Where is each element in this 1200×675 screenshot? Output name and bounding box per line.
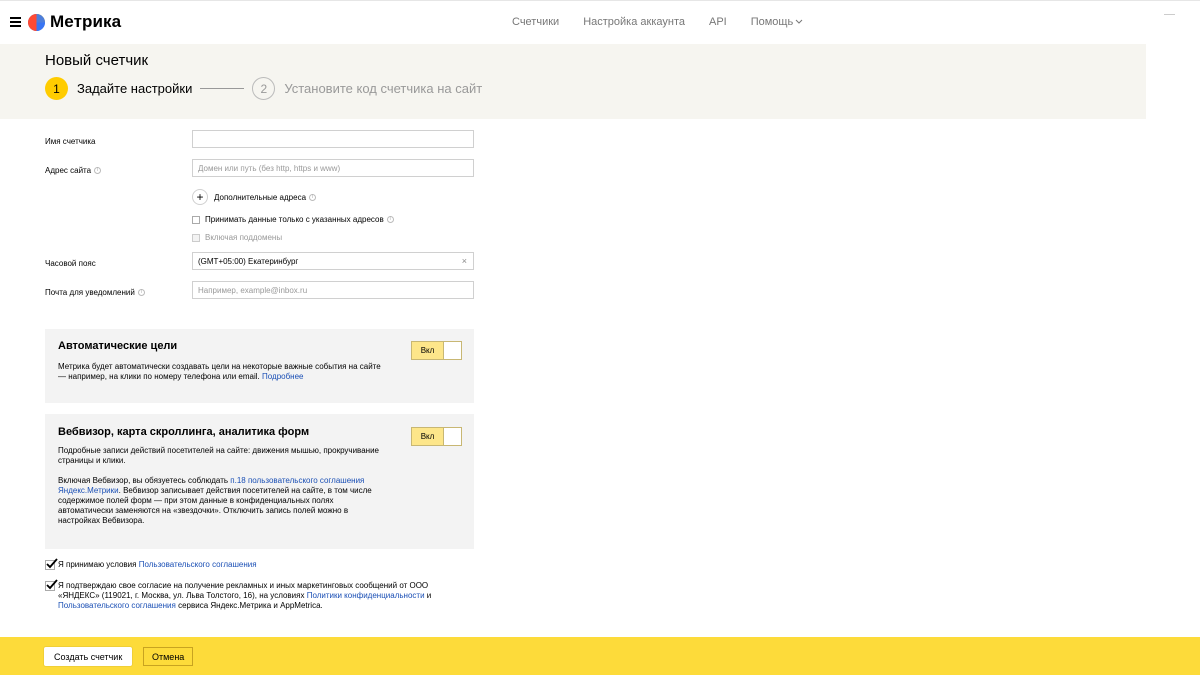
toggle-knob [443,428,461,445]
agree-marketing-text: Я подтверждаю свое согласие на получение… [58,581,468,611]
webvisor-text-2a: Включая Вебвизор, вы обязуетесь соблюдат… [58,476,229,485]
agree-terms-label: Я принимаю условия [58,560,137,569]
clear-icon[interactable]: × [462,256,467,266]
agree-terms-text: Я принимаю условия Пользовательского сог… [58,560,468,570]
menu-icon[interactable] [10,17,21,28]
counter-name-input[interactable] [192,130,474,148]
agree-terms-row: Я принимаю условия Пользовательского сог… [45,558,468,570]
webvisor-toggle[interactable]: Вкл [411,427,462,446]
info-icon[interactable]: i [94,167,102,174]
user-agreement-link-2[interactable]: Пользовательского соглашения [58,601,176,610]
only-specified-checkbox[interactable] [192,215,200,224]
privacy-policy-link[interactable]: Политики конфиденциальности [307,591,425,600]
timezone-label-text: Часовой пояс [45,259,96,268]
cancel-button[interactable]: Отмена [143,647,194,666]
bottom-action-bar: Создать счетчик Отмена [0,637,1200,675]
info-icon[interactable]: i [137,289,145,296]
only-specified-label: Принимать данные только с указанных адре… [205,215,384,224]
info-icon[interactable]: i [386,216,394,223]
step-2-number: 2 [252,77,276,100]
nav-help[interactable]: Помощь [751,16,804,28]
step-connector [200,88,245,89]
nav-account-settings[interactable]: Настройка аккаунта [583,16,685,28]
info-icon[interactable]: i [309,193,317,201]
header-divider [1164,14,1175,15]
plus-icon: + [192,189,208,205]
steps: 1 Задайте настройки 2 Установите код сче… [45,77,482,100]
only-specified-checkbox-row[interactable]: Принимать данные только с указанных адре… [192,215,394,224]
page-title: Новый счетчик [45,52,149,69]
logo[interactable]: Метрика [28,12,121,32]
agree-terms-checkbox[interactable] [45,558,58,570]
metrika-logo-icon [28,13,45,31]
user-agreement-link[interactable]: Пользовательского соглашения [139,560,257,569]
toggle-on-label: Вкл [412,428,443,445]
create-counter-button[interactable]: Создать счетчик [44,647,133,666]
add-addresses-button[interactable]: + Дополнительные адреса i [192,189,317,205]
webvisor-title: Вебвизор, карта скроллинга, аналитика фо… [58,426,310,438]
webvisor-card: Вебвизор, карта скроллинга, аналитика фо… [45,414,474,549]
webvisor-text-1: Подробные записи действий посетителей на… [58,446,380,465]
auto-goals-card: Автоматические цели Метрика будет автома… [45,329,474,403]
include-subdomains-label: Включая поддомены [205,233,283,242]
auto-goals-title: Автоматические цели [58,340,178,352]
agree-marketing-label-c: сервиса Яндекс.Метрика и AppMetrica. [178,601,323,610]
timezone-label: Часовой пояс [45,259,96,268]
toggle-knob [443,342,461,359]
include-subdomains-checkbox [192,233,200,242]
site-address-label-text: Адрес сайта [45,166,92,175]
timezone-select[interactable]: (GMT+05:00) Екатеринбург × [192,252,474,270]
auto-goals-text: Метрика будет автоматически создавать це… [58,362,388,382]
more-link[interactable]: Подробнее [262,372,304,381]
auto-goals-text-body: Метрика будет автоматически создавать це… [58,362,381,381]
chevron-down-icon [795,19,803,24]
logo-text: Метрика [50,12,122,31]
nav-help-label: Помощь [750,16,794,28]
nav-counters[interactable]: Счетчики [512,16,559,28]
checkmark-icon [46,558,58,569]
email-input[interactable]: Например, example@inbox.ru [192,281,474,299]
add-addresses-label: Дополнительные адреса [214,192,307,202]
webvisor-text-2: Включая Вебвизор, вы обязуетесь соблюдат… [58,476,388,526]
nav-api[interactable]: API [709,16,727,28]
site-address-label: Адрес сайта i [45,166,102,175]
counter-name-label: Имя счетчика [45,137,96,146]
top-header: Метрика Счетчики Настройка аккаунта API … [0,0,1200,44]
auto-goals-toggle[interactable]: Вкл [411,341,462,360]
step-1-number: 1 [45,77,68,100]
email-label: Почта для уведомлений i [45,288,145,297]
email-label-text: Почта для уведомлений [45,288,135,297]
step-2-label: Установите код счетчика на сайт [284,81,483,96]
toggle-on-label: Вкл [412,342,443,359]
step-1-label: Задайте настройки [77,81,193,96]
agree-marketing-label-b: и [426,591,432,600]
checkmark-icon [46,579,58,590]
site-address-input[interactable]: Домен или путь (без http, https и www) [192,159,474,177]
include-subdomains-checkbox-row: Включая поддомены [192,233,282,242]
agree-marketing-row: Я подтверждаю свое согласие на получение… [45,579,468,611]
counter-name-label-text: Имя счетчика [45,137,96,146]
timezone-value: (GMT+05:00) Екатеринбург [198,256,299,266]
agree-marketing-checkbox[interactable] [45,579,58,591]
top-nav: Счетчики Настройка аккаунта API Помощь [512,16,827,28]
steps-banner: Новый счетчик 1 Задайте настройки 2 Уста… [0,44,1146,119]
